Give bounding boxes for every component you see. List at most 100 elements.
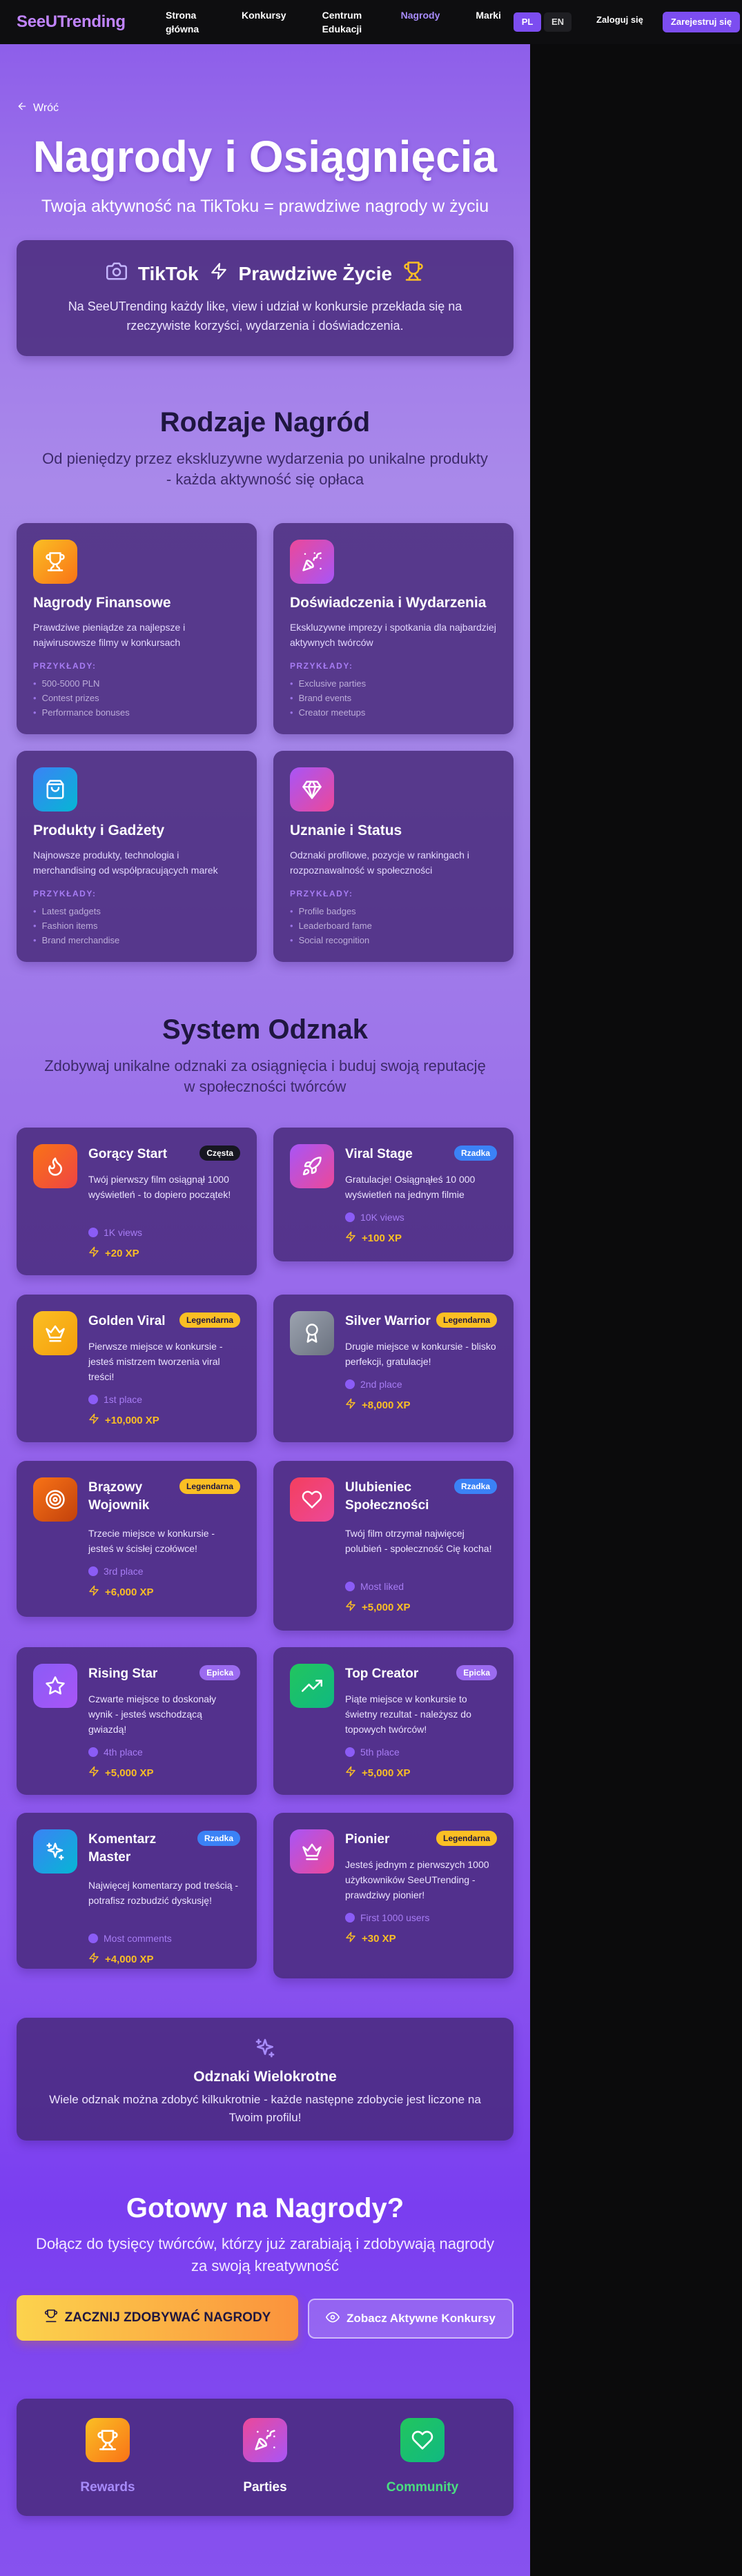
requirement-dot-icon <box>88 1934 98 1943</box>
badge-xp: +6,000 XP <box>88 1585 153 1599</box>
zap-icon <box>345 1231 356 1245</box>
zap-icon <box>88 1766 99 1780</box>
badge-requirement-text: Most comments <box>104 1933 172 1944</box>
badge-requirement: 5th place <box>345 1747 400 1758</box>
badge-requirement-text: 1K views <box>104 1227 143 1238</box>
badge-requirement-text: 3rd place <box>104 1566 144 1577</box>
requirement-dot-icon <box>345 1747 355 1757</box>
badge-card: Rising Star Epicka Czwarte miejsce to dosk… <box>17 1647 257 1795</box>
nav-rewards[interactable]: Nagrody <box>401 8 440 36</box>
trophy-icon <box>403 261 424 286</box>
badge-title: Gorący Start <box>88 1147 168 1161</box>
rarity-badge: Rzadka <box>197 1831 240 1846</box>
reward-card: Nagrody Finansowe Prawdziwe pieniądze za … <box>17 523 257 734</box>
zap-icon <box>345 1931 356 1945</box>
heart-icon <box>400 2418 445 2462</box>
badge-requirement: 1K views <box>88 1227 142 1238</box>
rarity-badge: Legendarna <box>436 1312 497 1328</box>
reward-title: Uznanie i Status <box>290 823 402 838</box>
intro-card: TikTok Prawdziwe Życie Na SeeUTrending k… <box>17 240 514 356</box>
footer-parties-label: Parties <box>243 2480 287 2495</box>
badge-xp-text: +4,000 XP <box>105 1953 154 1965</box>
badge-title: Pionier <box>345 1832 390 1847</box>
badge-title: Top Creator <box>345 1666 419 1681</box>
footer-community: Community <box>367 2418 478 2495</box>
target-icon <box>33 1477 77 1522</box>
nav-contests[interactable]: Konkursy <box>242 8 286 36</box>
requirement-dot-icon <box>345 1913 355 1923</box>
back-link[interactable]: Wróć <box>17 101 59 115</box>
trophy-icon <box>33 540 77 584</box>
badge-xp: +30 XP <box>345 1931 396 1945</box>
footer-community-label: Community <box>386 2480 459 2495</box>
badge-xp-text: +100 XP <box>362 1232 402 1244</box>
logo[interactable]: SeeUTrending <box>17 12 126 32</box>
badge-card: Komentarz Master Rzadka Najwięcej komentar… <box>17 1813 257 1969</box>
badge-requirement: 3rd place <box>88 1566 144 1577</box>
badge-xp: +5,000 XP <box>345 1766 410 1780</box>
rarity-badge: Legendarna <box>179 1312 240 1328</box>
reward-examples-label: PRZYKŁADY: <box>33 661 97 671</box>
badge-xp: +5,000 XP <box>345 1600 410 1614</box>
footer-parties: Parties <box>210 2418 320 2495</box>
badge-title: Komentarz Master <box>88 1832 157 1865</box>
reward-examples-label: PRZYKŁADY: <box>290 661 353 671</box>
reward-card: Uznanie i Status Odznaki profilowe, pozyc… <box>273 751 514 962</box>
trophy-icon <box>86 2418 130 2462</box>
badge-description: Pierwsze miejsce w konkursie - jesteś mi… <box>88 1341 223 1382</box>
party-popper-icon <box>243 2418 287 2462</box>
reward-description: Odznaki profilowe, pozycje w rankingach … <box>290 849 469 876</box>
badge-xp-text: +5,000 XP <box>362 1767 411 1779</box>
rarity-badge: Legendarna <box>179 1479 240 1494</box>
reward-title: Produkty i Gadżety <box>33 823 165 838</box>
badge-title: Ulubieniec Społeczności <box>345 1480 429 1513</box>
badge-title: Rising Star <box>88 1666 158 1681</box>
register-button[interactable]: Zarejestruj się <box>663 12 740 32</box>
flame-icon <box>33 1144 77 1188</box>
nav-links: Strona główna Konkursy Centrum Edukacji … <box>166 8 537 36</box>
requirement-dot-icon <box>345 1582 355 1591</box>
badge-xp-text: +8,000 XP <box>362 1399 411 1411</box>
login-button[interactable]: Zaloguj się <box>596 14 643 25</box>
reward-example: Creator meetups <box>290 705 366 720</box>
view-contests-label: Zobacz Aktywne Konkursy <box>346 2312 496 2325</box>
multi-badges-card: Odznaki Wielokrotne Wiele odznak można z… <box>17 2018 514 2141</box>
badge-requirement-text: 2nd place <box>360 1379 402 1390</box>
rarity-badge: Rzadka <box>453 1479 497 1494</box>
rewards-subtitle: Od pieniędzy przez ekskluzywne wydarzeni… <box>42 450 488 488</box>
rarity-badge: Epicka <box>456 1665 497 1680</box>
badge-xp-text: +6,000 XP <box>105 1586 154 1598</box>
diamond-icon <box>290 767 334 812</box>
start-earning-button[interactable]: ZACZNIJ ZDOBYWAĆ NAGRODY <box>17 2295 298 2341</box>
requirement-dot-icon <box>345 1379 355 1389</box>
badge-card: Viral Stage Rzadka Gratulacje! Osiągnąłeś … <box>273 1128 514 1261</box>
award-icon <box>290 1311 334 1355</box>
badge-xp: +8,000 XP <box>345 1398 410 1412</box>
badge-title: Silver Warrior <box>345 1314 431 1328</box>
view-contests-button[interactable]: Zobacz Aktywne Konkursy <box>308 2299 514 2339</box>
lang-en[interactable]: EN <box>544 12 572 32</box>
badge-description: Czwarte miejsce to doskonały wynik - jes… <box>88 1693 217 1735</box>
sparkles-icon <box>33 1829 77 1874</box>
nav-home[interactable]: Strona główna <box>166 8 206 36</box>
badge-requirement-text: 5th place <box>360 1747 400 1758</box>
right-empty-area <box>530 0 742 2576</box>
badge-requirement: 4th place <box>88 1747 143 1758</box>
rewards-title: Rodzaje Nagród <box>159 407 371 437</box>
badge-requirement: First 1000 users <box>345 1912 429 1923</box>
lang-pl[interactable]: PL <box>514 12 541 32</box>
badge-xp-text: +10,000 XP <box>105 1414 159 1426</box>
reward-description: Prawdziwe pieniądze za najlepsze i najwi… <box>33 622 186 648</box>
reward-description: Ekskluzywne imprezy i spotkania dla najb… <box>290 622 496 648</box>
crown-icon <box>290 1829 334 1874</box>
heart-icon <box>290 1477 334 1522</box>
eye-icon <box>326 2310 340 2328</box>
requirement-dot-icon <box>88 1228 98 1237</box>
nav-education[interactable]: Centrum Edukacji <box>322 8 365 36</box>
reward-card: Doświadczenia i Wydarzenia Ekskluzywne im… <box>273 523 514 734</box>
badge-title: Brązowy Wojownik <box>88 1480 150 1513</box>
zap-icon <box>345 1398 356 1412</box>
zap-icon <box>345 1600 356 1614</box>
nav-brands[interactable]: Marki <box>476 8 501 36</box>
badge-xp-text: +20 XP <box>105 1247 139 1259</box>
